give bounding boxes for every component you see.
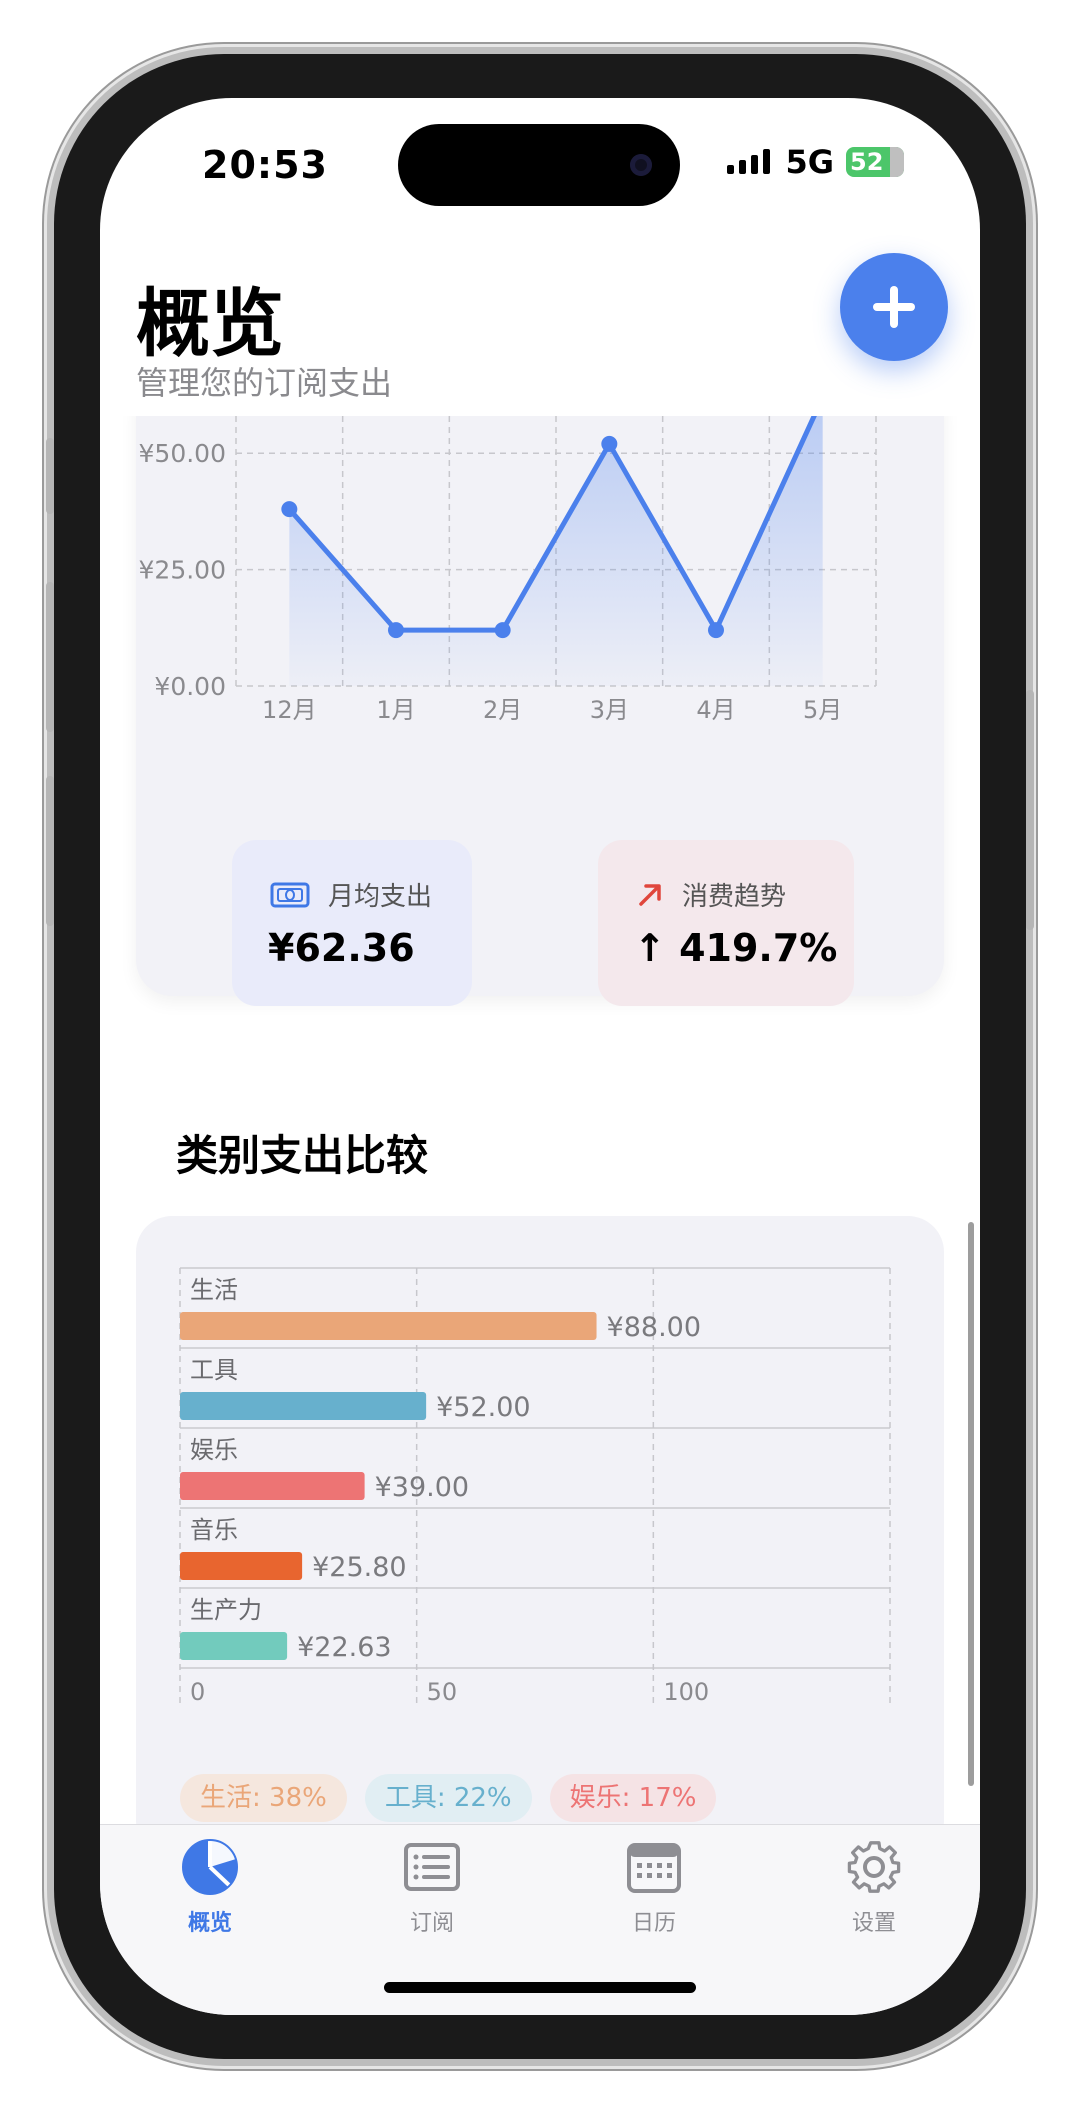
spending-line-chart: ¥0.00 ¥25.00 ¥50.00 12月 1月 2月 3月 4月 5月 xyxy=(139,416,877,724)
scroll-content[interactable]: ¥0.00 ¥25.00 ¥50.00 12月 1月 2月 3月 4月 5月 月均支出 ¥62.… xyxy=(100,416,980,1824)
data-point xyxy=(601,435,618,452)
bar-category-label: 生活 xyxy=(190,1276,238,1304)
x-tick-label: 5月 xyxy=(803,696,842,724)
y-tick-label: ¥0.00 xyxy=(154,672,226,701)
category-section-title: 类别支出比较 xyxy=(176,1131,429,1180)
list-icon xyxy=(404,1843,460,1891)
x-tick-label: 0 xyxy=(190,1678,205,1706)
signal-icon xyxy=(727,149,771,174)
x-tick-label: 4月 xyxy=(696,696,735,724)
legend-pill: 娱乐: 17% xyxy=(549,1774,717,1822)
x-tick-label: 50 xyxy=(427,1678,458,1706)
tab-overview[interactable]: 概览 xyxy=(150,1837,270,1947)
x-tick-label: 1月 xyxy=(376,696,415,724)
bar xyxy=(180,1632,288,1660)
screen: 20:53 5G 52 概览 管理您的订阅支出 ¥0.00 ¥25.00 ¥50.0… xyxy=(100,98,980,2015)
bar-value-label: ¥88.00 xyxy=(607,1312,701,1343)
bar xyxy=(180,1552,303,1580)
plot-area xyxy=(281,416,823,686)
spending-trend-value: ↑ 419.7% xyxy=(634,926,838,970)
calendar-icon xyxy=(627,1843,681,1893)
camera-icon xyxy=(630,154,652,176)
action-button xyxy=(46,438,54,514)
data-point xyxy=(281,501,298,518)
volume-down-button xyxy=(46,776,54,926)
bar-value-label: ¥22.63 xyxy=(297,1632,391,1663)
pie-chart-icon xyxy=(182,1839,238,1895)
category-legend: 生活: 38% 工具: 22% 娱乐: 17% xyxy=(180,1774,717,1822)
home-indicator[interactable] xyxy=(384,1982,696,1993)
tab-settings-label: 设置 xyxy=(851,1911,896,1936)
page-subtitle: 管理您的订阅支出 xyxy=(136,364,393,402)
bar-category-label: 音乐 xyxy=(190,1516,238,1544)
dynamic-island xyxy=(398,124,680,206)
tab-calendar[interactable]: 日历 xyxy=(594,1837,714,1947)
status-time: 20:53 xyxy=(202,143,328,187)
y-tick-label: ¥25.00 xyxy=(139,556,226,585)
battery-level: 52 xyxy=(850,148,884,176)
tab-subscriptions-label: 订阅 xyxy=(409,1911,454,1936)
data-point xyxy=(494,622,511,639)
tab-calendar-label: 日历 xyxy=(631,1911,676,1936)
x-tick-label: 2月 xyxy=(483,696,522,724)
tab-overview-label: 概览 xyxy=(187,1911,232,1936)
monthly-average-label: 月均支出 xyxy=(328,882,433,912)
spending-trend-label: 消费趋势 xyxy=(682,882,787,912)
y-tick-label: ¥50.00 xyxy=(139,439,226,468)
power-button xyxy=(1026,690,1034,930)
data-point xyxy=(708,622,724,639)
battery-icon: 52 xyxy=(846,147,904,177)
bar xyxy=(180,1312,597,1340)
monthly-average-value: ¥62.36 xyxy=(268,926,415,970)
x-tick-label: 100 xyxy=(663,1678,709,1706)
legend-pill: 工具: 22% xyxy=(364,1774,532,1822)
category-comparison-card: 0 50 100 生活 ¥88.00 工具 ¥52.00 娱乐 ¥39.00 音乐 ¥25.80 生产… xyxy=(136,1216,944,1824)
category-bar-chart: 0 50 100 生活 ¥88.00 工具 ¥52.00 娱乐 ¥39.00 音乐 ¥25.80 生产… xyxy=(179,1267,891,1706)
arrow-up-right-icon xyxy=(639,883,661,906)
bar-value-label: ¥52.00 xyxy=(436,1392,530,1423)
monthly-average-box: 月均支出 ¥62.36 xyxy=(232,840,472,1006)
tab-settings[interactable]: 设置 xyxy=(814,1837,934,1947)
x-tick-label: 12月 xyxy=(262,696,317,724)
bar-value-label: ¥25.80 xyxy=(312,1552,406,1583)
gear-icon xyxy=(847,1841,901,1893)
area-fill xyxy=(289,416,823,686)
status-indicators: 5G 52 xyxy=(727,142,904,182)
volume-up-button xyxy=(46,582,54,732)
bar-category-label: 工具 xyxy=(190,1356,238,1384)
tab-subscriptions[interactable]: 订阅 xyxy=(372,1837,492,1947)
bar-category-label: 娱乐 xyxy=(190,1436,238,1464)
bar xyxy=(180,1392,427,1420)
x-tick-label: 3月 xyxy=(590,696,629,724)
money-icon xyxy=(270,882,310,907)
legend-pill: 生活: 38% xyxy=(180,1774,347,1822)
data-point xyxy=(388,622,404,639)
bar-value-label: ¥39.00 xyxy=(375,1472,469,1503)
spending-trend-card: ¥0.00 ¥25.00 ¥50.00 12月 1月 2月 3月 4月 5月 月均支出 ¥62.… xyxy=(136,416,944,1006)
network-label: 5G xyxy=(785,143,834,181)
bar xyxy=(180,1472,365,1500)
bar-category-label: 生产力 xyxy=(190,1596,262,1624)
page-title: 概览 xyxy=(136,281,284,367)
add-subscription-button[interactable] xyxy=(840,253,948,361)
spending-trend-box: 消费趋势 ↑ 419.7% xyxy=(598,840,854,1006)
scroll-indicator[interactable] xyxy=(968,1222,974,1786)
